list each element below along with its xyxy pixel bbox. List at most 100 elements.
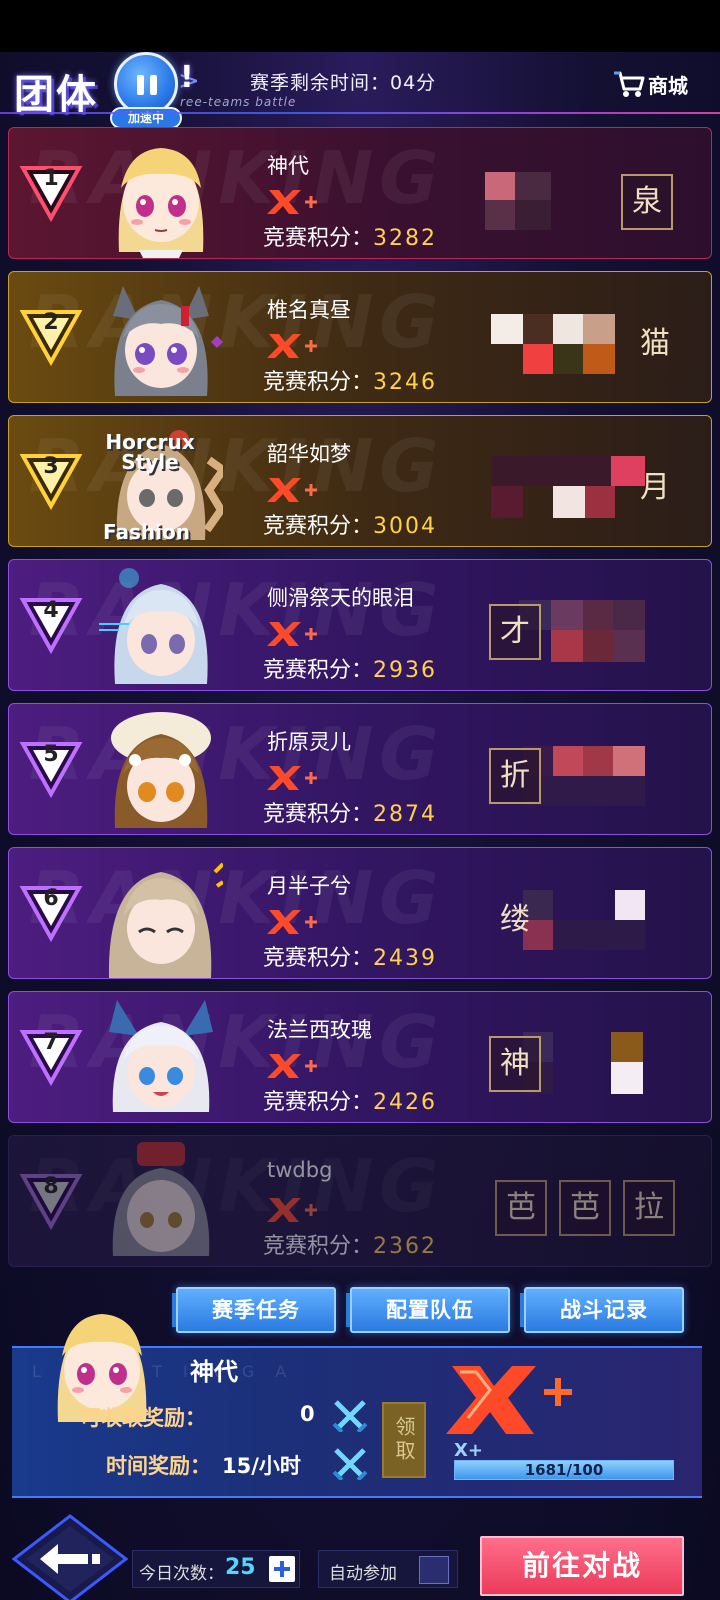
- rank-card-8[interactable]: RANKING 8 twdbg 竞赛积分：2362 芭 芭 拉: [8, 1135, 712, 1267]
- player-avatar: [118, 148, 204, 258]
- rank-tier-icon: [267, 766, 317, 790]
- team-char: 芭: [559, 1180, 611, 1236]
- rank-tier-icon: [267, 190, 317, 214]
- battle-record-button[interactable]: 战斗记录: [520, 1287, 684, 1333]
- status-bar: [0, 0, 720, 52]
- rank-number: 4: [43, 598, 59, 623]
- rank-tier-icon: [267, 622, 317, 646]
- page-subtitle: ree-teams battle: [180, 95, 297, 109]
- score-label: 竞赛积分：: [263, 1234, 374, 1259]
- avatar-text-line: Style: [121, 450, 179, 474]
- team-box: 泉: [479, 168, 679, 238]
- tier-progress-text: 1681/100: [524, 1461, 604, 1479]
- rank-card-1[interactable]: RANKING 1 神代 竞赛积分：3282 泉: [8, 127, 712, 259]
- score-row: 竞赛积分：2439: [263, 940, 437, 972]
- rank-number: 5: [43, 742, 59, 767]
- player-name: 侧滑祭天的眼泪: [267, 586, 414, 610]
- team-box: 猫: [479, 312, 679, 382]
- score-row: 竞赛积分：2362: [263, 1228, 437, 1260]
- rank-number: 2: [43, 310, 59, 335]
- score-row: 竞赛积分：3246: [263, 364, 437, 396]
- back-button[interactable]: [10, 1514, 128, 1600]
- tier-badge-icon: [446, 1366, 572, 1434]
- rank-card-2[interactable]: RANKING 2 椎名真昼 竞赛积分：3246 猫: [8, 271, 712, 403]
- ranking-watermark: RANKING: [29, 1144, 445, 1228]
- avatar-overlay-text: Horcrux Style: [95, 432, 205, 472]
- score-label: 竞赛积分：: [263, 226, 374, 251]
- score-value: 2936: [373, 658, 438, 683]
- team-char: 猫: [640, 326, 670, 361]
- score-label: 竞赛积分：: [263, 1090, 374, 1115]
- rank-card-7[interactable]: RANKING 7 法兰西玫瑰 竞赛积分：2426 神: [8, 991, 712, 1123]
- score-value: 3004: [373, 514, 438, 539]
- team-char: 泉: [621, 174, 673, 230]
- shop-button[interactable]: 商城: [612, 66, 692, 102]
- auto-join-box: 自动参加: [318, 1550, 458, 1588]
- ranking-watermark: RANKING: [29, 136, 445, 220]
- score-value: 3246: [373, 370, 438, 395]
- shop-label: 商城: [648, 73, 688, 98]
- score-row: 竞赛积分：3004: [263, 508, 437, 540]
- score-label: 竞赛积分：: [263, 658, 374, 683]
- auto-join-checkbox[interactable]: [419, 1556, 449, 1584]
- team-char: 芭: [495, 1180, 547, 1236]
- avatar-overlay-text: Fashion: [103, 520, 190, 544]
- ranking-watermark: RANKING: [29, 1000, 445, 1084]
- rank-card-4[interactable]: RANKING 4 侧滑祭天的眼泪 竞赛积分：2936 才: [8, 559, 712, 691]
- add-attempts-button[interactable]: [269, 1556, 295, 1582]
- player-avatar: [111, 712, 211, 828]
- rank-tier-icon: [267, 1054, 317, 1078]
- claimable-reward-value: 0: [300, 1402, 315, 1426]
- season-task-button[interactable]: 赛季任务: [172, 1287, 336, 1333]
- team-box: 折: [479, 744, 679, 814]
- rank-card-6[interactable]: RANKING 6 月半子兮 竞赛积分：2439 缕: [8, 847, 712, 979]
- time-reward-value: 15/小时: [222, 1454, 301, 1478]
- auto-join-label: 自动参加: [329, 1564, 397, 1584]
- rank-tier-icon: [267, 1198, 317, 1222]
- player-name: 折原灵儿: [267, 730, 351, 754]
- player-name: 神代: [267, 154, 309, 178]
- player-name: 椎名真昼: [267, 298, 351, 322]
- my-name: 神代: [190, 1358, 238, 1386]
- today-count-box: 今日次数： 25: [132, 1550, 300, 1588]
- today-label: 今日次数：: [139, 1564, 224, 1584]
- speed-up-button[interactable]: 加速中: [108, 52, 184, 132]
- rank-number: 6: [43, 886, 59, 911]
- player-name: 月半子兮: [267, 874, 351, 898]
- avatar-text-line: Horcrux: [105, 430, 195, 454]
- rank-card-3[interactable]: RANKING 3 Horcrux Style Fashion 韶华如梦 竞赛积…: [8, 415, 712, 547]
- score-label: 竞赛积分：: [263, 946, 374, 971]
- go-battle-button[interactable]: 前往对战: [480, 1536, 684, 1596]
- score-label: 竞赛积分：: [263, 802, 374, 827]
- ranking-watermark: RANKING: [29, 856, 445, 940]
- tier-progress-bar: 1681/100: [454, 1460, 674, 1480]
- team-box: 才: [479, 600, 679, 670]
- score-row: 竞赛积分：2936: [263, 652, 437, 684]
- score-value: 2439: [373, 946, 438, 971]
- rank-card-5[interactable]: RANKING 5 折原灵儿 竞赛积分：2874 折: [8, 703, 712, 835]
- player-avatar: [108, 862, 223, 978]
- screen: 团体 > ! ree-teams battle 加速中 赛季剩余时间：04分 商…: [0, 52, 720, 1600]
- team-box: 月: [479, 456, 679, 526]
- config-team-button[interactable]: 配置队伍: [346, 1287, 510, 1333]
- score-label: 竞赛积分：: [263, 370, 374, 395]
- player-avatar: [113, 286, 223, 396]
- score-label: 竞赛积分：: [263, 514, 374, 539]
- team-char: 缕: [500, 902, 530, 937]
- cart-icon: [614, 71, 645, 97]
- season-timer: 赛季剩余时间：04分: [250, 72, 437, 94]
- player-avatar: [109, 1000, 213, 1112]
- ranking-watermark: RANKING: [29, 712, 445, 796]
- header: 团体 > ! ree-teams battle 加速中 赛季剩余时间：04分 商…: [0, 52, 720, 129]
- player-avatar: [99, 568, 208, 684]
- player-avatar: [112, 1142, 210, 1256]
- score-row: 竞赛积分：2426: [263, 1084, 437, 1116]
- score-value: 3282: [373, 226, 438, 251]
- page-title: 团体: [14, 72, 98, 118]
- ranking-list: RANKING 1 神代 竞赛积分：3282 泉 RANKING 2 椎名真昼 …: [0, 127, 720, 1307]
- ranking-watermark: RANKING: [29, 280, 445, 364]
- speed-label: 加速中: [110, 107, 182, 129]
- claim-button[interactable]: 领取: [382, 1402, 426, 1478]
- team-box: 芭 芭 拉: [479, 1176, 679, 1246]
- score-value: 2874: [373, 802, 438, 827]
